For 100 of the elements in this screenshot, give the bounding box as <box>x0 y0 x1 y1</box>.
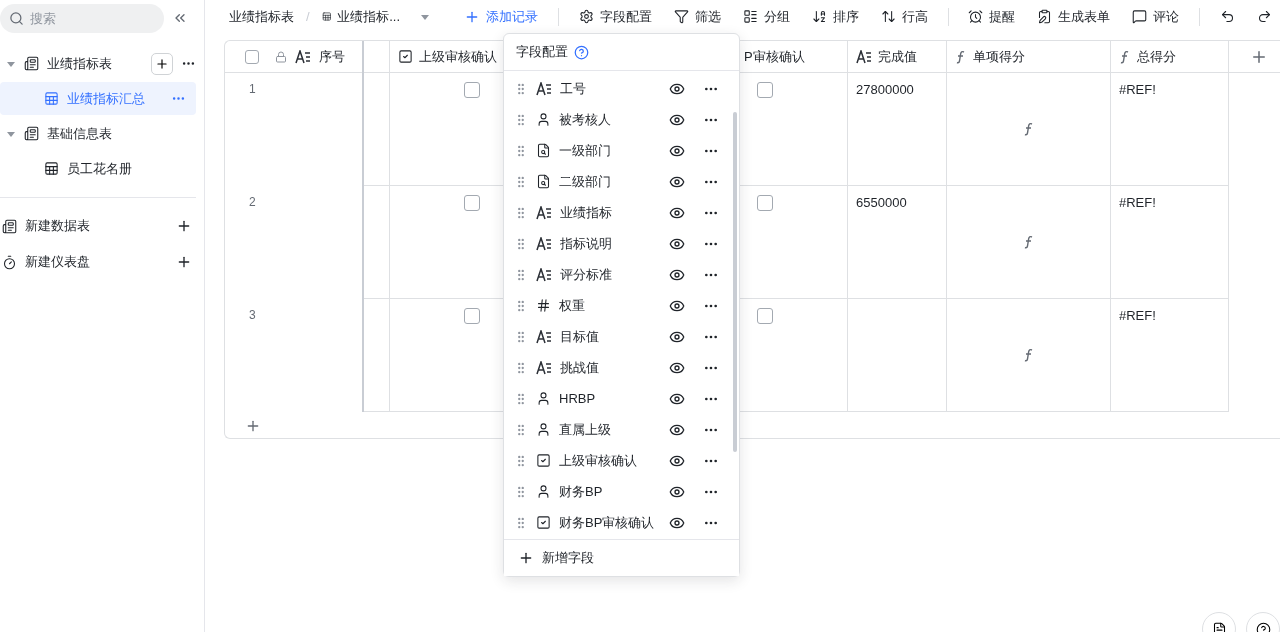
add-icon[interactable] <box>176 218 192 234</box>
checkbox[interactable] <box>464 195 480 211</box>
person-icon <box>536 484 551 499</box>
toolbar-button[interactable]: 生成表单 <box>1029 2 1119 31</box>
sidebar-action[interactable]: 新建仪表盘 <box>0 244 204 280</box>
column-header[interactable]: P审核确认 <box>744 47 805 66</box>
field-name: 二级部门 <box>559 172 612 191</box>
person-icon <box>536 391 551 406</box>
field-name: 业绩指标 <box>560 203 613 222</box>
field-name: HRBP <box>559 391 597 406</box>
formula-icon <box>1022 235 1035 249</box>
field-name: 评分标准 <box>560 265 613 284</box>
formula-icon <box>955 49 967 64</box>
table-icon <box>321 9 332 24</box>
text-field-icon <box>536 267 552 282</box>
person-icon <box>536 422 551 437</box>
checkbox-field-icon <box>398 49 413 64</box>
help-icon[interactable] <box>574 44 589 60</box>
table-group-icon <box>24 56 39 71</box>
row-height-icon <box>880 9 896 24</box>
text-field-icon <box>856 49 872 64</box>
field-name: 直属上级 <box>559 420 612 439</box>
add-row-icon[interactable] <box>245 418 261 434</box>
text-field-icon <box>536 236 552 251</box>
search-icon <box>9 10 24 26</box>
field-name: 工号 <box>560 79 587 98</box>
add-record-button[interactable]: 添加记录 <box>456 2 547 31</box>
toolbar-button[interactable]: 行高 <box>872 2 936 31</box>
toolbar-button[interactable]: 评论 <box>1124 2 1188 31</box>
checkbox[interactable] <box>464 308 480 324</box>
checkbox[interactable] <box>757 308 773 324</box>
settings-icon <box>578 9 594 24</box>
plus-icon <box>518 550 534 566</box>
table-group-icon <box>2 218 17 234</box>
timer-icon <box>2 254 17 270</box>
checkbox[interactable] <box>757 195 773 211</box>
toolbar-button[interactable]: 提醒 <box>960 2 1024 31</box>
checkbox[interactable] <box>464 82 480 98</box>
table-group-icon <box>24 126 39 141</box>
table-cell: 6550000 <box>856 195 907 210</box>
formula-icon <box>1022 122 1035 136</box>
add-icon[interactable] <box>176 254 192 270</box>
alarm-icon <box>968 9 984 24</box>
document-icon <box>1211 621 1227 632</box>
field-name: 被考核人 <box>559 110 612 129</box>
column-header[interactable]: 上级审核确认 <box>419 47 497 66</box>
table-cell: #REF! <box>1119 82 1156 97</box>
help-icon <box>1255 621 1271 632</box>
toolbar-button[interactable]: 字段配置 <box>570 2 660 31</box>
plus-icon <box>155 56 169 71</box>
text-field-icon <box>536 81 552 96</box>
filter-icon <box>673 9 689 24</box>
checkbox-field-icon <box>536 515 551 530</box>
sort-icon <box>811 9 827 24</box>
column-header[interactable]: 完成值 <box>878 47 917 66</box>
redo-icon <box>1257 9 1272 24</box>
field-name: 指标说明 <box>560 234 613 253</box>
person-icon <box>536 112 551 127</box>
scrollbar[interactable] <box>733 112 737 452</box>
field-name: 一级部门 <box>559 141 612 160</box>
select-all-checkbox[interactable] <box>245 49 259 64</box>
sidebar-action[interactable]: 新建数据表 <box>0 208 204 244</box>
view-selector[interactable]: 业绩指标... <box>337 7 401 26</box>
field-name: 上级审核确认 <box>559 451 638 470</box>
column-header[interactable]: 单项得分 <box>973 47 1025 66</box>
breadcrumb-item[interactable]: 业绩指标表 <box>229 7 294 26</box>
breadcrumb-separator: / <box>306 9 310 24</box>
table-cell: #REF! <box>1119 195 1156 210</box>
field-name: 目标值 <box>560 327 600 346</box>
tree-item[interactable]: 业绩指标表 <box>47 54 143 73</box>
number-icon <box>536 298 551 313</box>
toolbar-button[interactable]: 筛选 <box>665 2 729 31</box>
add-button[interactable] <box>151 52 173 75</box>
comment-icon <box>1132 9 1148 24</box>
text-field-icon <box>295 49 311 64</box>
tree-item[interactable]: 基础信息表 <box>47 124 196 143</box>
table-cell: 27800000 <box>856 82 914 97</box>
toolbar-button[interactable]: 分组 <box>734 2 798 31</box>
search-field[interactable]: 搜索 <box>0 3 164 33</box>
text-field-icon <box>536 360 552 375</box>
column-header[interactable]: 序号 <box>319 47 345 66</box>
table-cell: #REF! <box>1119 308 1156 323</box>
tree-item[interactable]: 员工花名册 <box>0 152 196 185</box>
lookup-icon <box>536 143 551 158</box>
list-icon <box>742 9 758 24</box>
checkbox-field-icon <box>536 453 551 468</box>
undo-icon <box>1220 9 1235 24</box>
row-number: 1 <box>248 82 256 96</box>
formula-icon <box>1022 348 1035 362</box>
row-number: 2 <box>248 195 256 209</box>
field-name: 挑战值 <box>560 358 600 377</box>
table-icon <box>44 161 59 176</box>
toolbar-button[interactable]: 排序 <box>803 2 867 31</box>
checkbox[interactable] <box>757 82 773 98</box>
field-name: 权重 <box>559 296 586 315</box>
add-field-button[interactable]: 新增字段 <box>504 539 739 576</box>
column-header[interactable]: 总得分 <box>1137 47 1176 66</box>
lookup-icon <box>536 174 551 189</box>
tree-item[interactable]: 业绩指标汇总 <box>0 82 196 115</box>
text-field-icon <box>536 329 552 344</box>
